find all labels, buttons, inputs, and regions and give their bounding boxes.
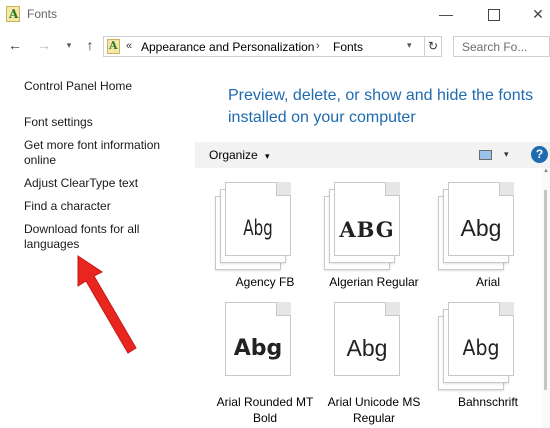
title-bar: A Fonts — ✕ (0, 0, 550, 31)
page-fold (276, 182, 291, 196)
breadcrumb-fonts[interactable]: Fonts (333, 40, 363, 54)
close-button[interactable]: ✕ (526, 3, 550, 25)
font-tile-bahnschrift[interactable]: Abg Bahnschrift (428, 298, 548, 423)
sidebar-link-font-settings[interactable]: Font settings (24, 115, 184, 130)
font-tile-agency-fb[interactable]: Abg Agency FB (205, 178, 325, 303)
sidebar-link-download-fonts[interactable]: Download fonts for all languages (24, 222, 184, 252)
font-name-label: Arial (475, 275, 500, 289)
breadcrumb-separator[interactable]: › (316, 40, 320, 52)
change-view-icon[interactable] (479, 150, 492, 160)
page-fold (276, 302, 291, 316)
font-sample: Abg (460, 215, 502, 241)
font-tile-arial[interactable]: Abg Arial (428, 178, 548, 303)
sidebar-link-more-font-info[interactable]: Get more font information online (24, 138, 184, 168)
organize-button[interactable]: Organize ▾ (209, 148, 270, 162)
font-sample: Abg (346, 335, 388, 361)
view-dropdown-button[interactable]: ▾ (504, 149, 509, 160)
font-sample: ABG (339, 217, 395, 242)
font-name-label: Algerian Regular (329, 275, 419, 289)
sidebar-link-find-character[interactable]: Find a character (24, 199, 184, 214)
address-overflow-chevron[interactable]: « (126, 40, 132, 52)
back-button[interactable]: ← (6, 35, 24, 55)
page-fold (385, 182, 400, 196)
font-name-label: Bahnschrift (457, 395, 519, 409)
sidebar-link-control-panel-home[interactable]: Control Panel Home (24, 79, 184, 94)
forward-button[interactable]: → (35, 35, 53, 55)
annotation-arrow-icon (77, 255, 137, 354)
window-title: Fonts (27, 7, 58, 21)
font-name-label: Arial Unicode MS Regular (327, 395, 421, 425)
help-icon[interactable]: ? (531, 146, 548, 163)
organize-dropdown-icon: ▾ (265, 151, 270, 161)
sidebar-link-cleartype[interactable]: Adjust ClearType text (24, 176, 184, 191)
fonts-app-icon: A (6, 6, 20, 22)
organize-label: Organize (209, 148, 258, 162)
font-tile-algerian-regular[interactable]: ABG Algerian Regular (314, 178, 434, 303)
font-name-label: Agency FB (235, 275, 295, 289)
up-button[interactable]: ↑ (81, 35, 99, 55)
page-fold (499, 182, 514, 196)
font-sample: Abg (243, 216, 273, 240)
font-tile-arial-unicode-ms-regular[interactable]: Abg Arial Unicode MS Regular (314, 298, 434, 425)
font-tile-arial-rounded-mt-bold[interactable]: Abg Arial Rounded MT Bold (205, 298, 325, 425)
maximize-button[interactable] (482, 3, 506, 25)
minimize-button[interactable]: — (434, 3, 458, 25)
refresh-button[interactable]: ↻ (425, 36, 442, 57)
page-fold (385, 302, 400, 316)
font-name-label: Arial Rounded MT Bold (216, 395, 314, 425)
page-heading: Preview, delete, or show and hide the fo… (228, 87, 534, 126)
font-sample: Abg (462, 336, 500, 360)
font-sample: Abg (233, 336, 283, 361)
breadcrumb-appearance[interactable]: Appearance and Personalization (141, 40, 314, 54)
command-toolbar: Organize ▾ ▾ ? (195, 142, 550, 168)
maximize-icon (488, 9, 500, 22)
page-fold (499, 302, 514, 316)
fonts-folder-icon: A (107, 39, 120, 54)
address-bar[interactable]: A « Appearance and Personalization › Fon… (103, 36, 425, 57)
search-input[interactable]: Search Fo... (453, 36, 550, 57)
address-dropdown-icon[interactable]: ▾ (407, 40, 412, 51)
recent-locations-button[interactable]: ▾ (60, 35, 78, 55)
search-placeholder: Search Fo... (462, 40, 528, 54)
